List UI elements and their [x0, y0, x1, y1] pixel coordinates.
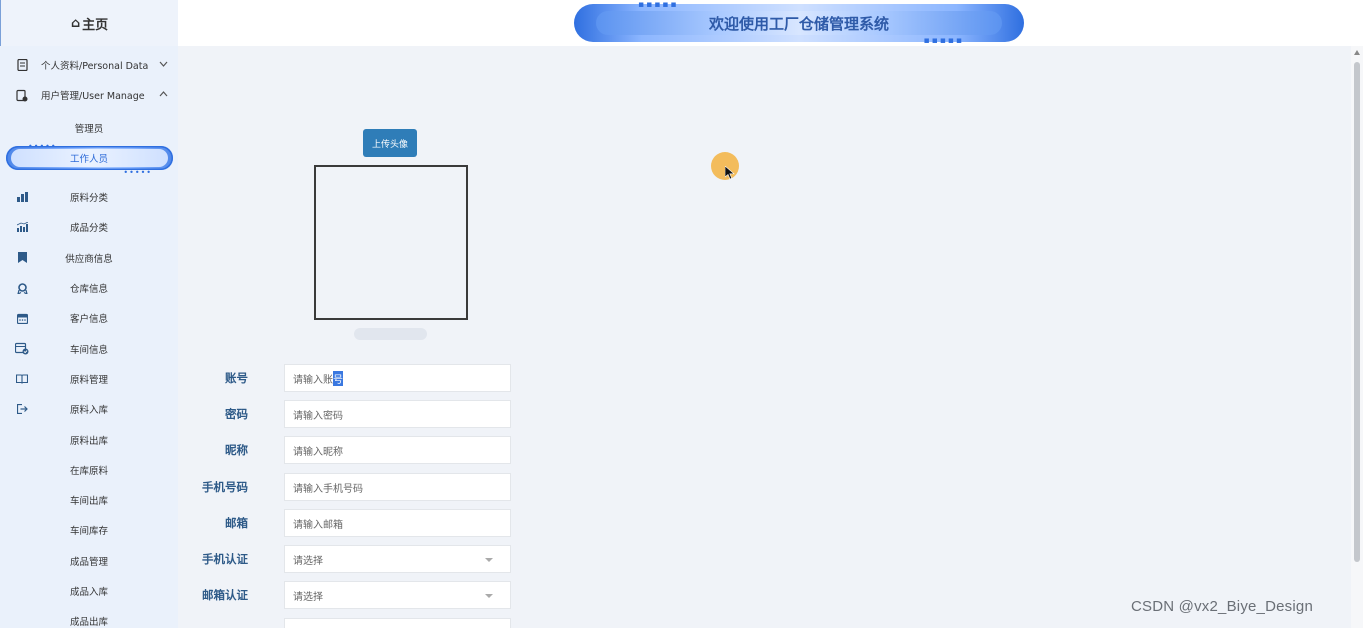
- document-icon: [15, 58, 29, 72]
- phone-input[interactable]: 请输入手机号码: [284, 473, 511, 501]
- sidebar-item-material-manage[interactable]: 原料管理: [0, 364, 178, 394]
- caret-down-icon: [485, 594, 493, 598]
- menu-personal-data-label: 个人资料/Personal Data: [41, 61, 149, 72]
- field-label: 昵称: [225, 443, 248, 457]
- main-content: 上传头像 账号 请输入账号 密码 请输入密码 昵称 请输入昵称 手机号码 请输入…: [178, 46, 1351, 628]
- sidebar-item-supplier-info[interactable]: 供应商信息: [0, 243, 178, 273]
- email-input[interactable]: 请输入邮箱: [284, 509, 511, 537]
- decor-dots: •••••: [28, 142, 57, 151]
- sidebar-item-warehouse-info[interactable]: 仓库信息: [0, 273, 178, 303]
- title-banner: ▪▪▪▪▪ 欢迎使用工厂仓储管理系统 ▪▪▪▪▪: [574, 0, 1024, 46]
- sidebar-item-label: 成品入库: [69, 587, 108, 598]
- sidebar-item-label: 成品管理: [69, 556, 108, 568]
- scroll-up-icon[interactable]: [1354, 50, 1360, 55]
- clipboard-user-icon: [15, 88, 29, 102]
- sidebar-item-label: 成品分类: [69, 223, 108, 235]
- scroll-thumb[interactable]: [1354, 62, 1360, 562]
- select-placeholder: 请选择: [293, 591, 323, 603]
- field-label: 手机认证: [202, 552, 248, 566]
- sidebar-item-customer-info[interactable]: 客户信息: [0, 303, 178, 333]
- partial-input[interactable]: [284, 618, 511, 628]
- sidebar-item-stock-material[interactable]: 在库原料: [0, 455, 178, 485]
- select-placeholder: 请选择: [293, 555, 323, 567]
- sidebar-item-label: 仓库信息: [69, 284, 108, 296]
- sidebar-item-product-category[interactable]: 成品分类: [0, 212, 178, 242]
- sidebar-item-label: 原料入库: [69, 405, 108, 417]
- password-input[interactable]: 请输入密码: [284, 400, 511, 428]
- menu-personal-data[interactable]: 个人资料/Personal Data: [0, 50, 178, 80]
- sidebar-item-material-outbound[interactable]: 原料出库: [0, 424, 178, 454]
- header: ▪▪▪▪▪ 欢迎使用工厂仓储管理系统 ▪▪▪▪▪: [178, 0, 1363, 46]
- sidebar-item-workshop-stock[interactable]: 车间库存: [0, 515, 178, 545]
- email-verify-select[interactable]: 请选择: [284, 581, 511, 609]
- sidebar-item-product-inbound[interactable]: 成品入库: [0, 576, 178, 606]
- field-label: 邮箱认证: [202, 588, 248, 602]
- account-input[interactable]: 请输入账号: [284, 364, 511, 392]
- sidebar-item-label: 客户信息: [69, 314, 108, 326]
- sidebar: ⌂ 主页 个人资料/Personal Data 用户管理/User Manage…: [0, 0, 178, 628]
- mouse-pointer-icon: [725, 166, 735, 180]
- phone-verify-select[interactable]: 请选择: [284, 545, 511, 573]
- sidebar-item-label: 原料出库: [69, 435, 108, 447]
- field-label: 账号: [225, 371, 248, 385]
- page-title: 欢迎使用工厂仓储管理系统: [708, 15, 889, 33]
- decor-dots: •••••: [123, 168, 152, 177]
- menu-user-manage-label: 用户管理/User Manage: [41, 91, 145, 102]
- sidebar-item-label: 在库原料: [69, 465, 108, 477]
- nickname-input[interactable]: 请输入昵称: [284, 436, 511, 464]
- field-label: 密码: [225, 407, 248, 421]
- sidebar-item-label: 车间出库: [69, 496, 108, 508]
- account-placeholder-selected: 号: [333, 370, 343, 386]
- field-label: 邮箱: [225, 516, 248, 530]
- sidebar-item-product-outbound[interactable]: 成品出库: [0, 606, 178, 628]
- chevron-up-icon: [158, 90, 168, 100]
- home-icon: ⌂: [70, 15, 81, 31]
- sidebar-item-workshop-outbound[interactable]: 车间出库: [0, 485, 178, 515]
- sidebar-item-label: 车间信息: [69, 344, 108, 356]
- menu-user-manage[interactable]: 用户管理/User Manage: [0, 80, 178, 110]
- sidebar-item-label: 原料分类: [69, 193, 108, 205]
- home-link[interactable]: ⌂ 主页: [0, 0, 178, 46]
- upload-avatar-button[interactable]: 上传头像: [363, 129, 417, 157]
- caret-down-icon: [485, 558, 493, 562]
- decor-dots: ▪▪▪▪▪: [638, 0, 679, 10]
- sub-item-admin[interactable]: 管理员: [0, 113, 178, 143]
- avatar-progress: [354, 328, 427, 340]
- field-label: 手机号码: [202, 480, 248, 494]
- avatar-preview[interactable]: [314, 165, 468, 320]
- sidebar-item-label: 原料管理: [69, 374, 108, 386]
- sidebar-item-material-category[interactable]: 原料分类: [0, 182, 178, 212]
- decor-dots: ▪▪▪▪▪: [923, 36, 964, 46]
- vertical-scrollbar[interactable]: [1351, 46, 1363, 628]
- sub-item-staff-label: 工作人员: [69, 154, 108, 165]
- sidebar-item-material-inbound[interactable]: 原料入库: [0, 394, 178, 424]
- sidebar-item-label: 供应商信息: [65, 253, 113, 265]
- account-placeholder: 请输入账: [293, 374, 333, 386]
- sidebar-item-product-manage[interactable]: 成品管理: [0, 546, 178, 576]
- watermark: CSDN @vx2_Biye_Design: [1131, 598, 1313, 615]
- chevron-down-icon: [158, 60, 168, 70]
- sub-item-admin-label: 管理员: [74, 124, 104, 135]
- sidebar-item-label: 成品出库: [69, 617, 108, 628]
- sidebar-item-workshop-info[interactable]: 车间信息: [0, 333, 178, 363]
- sub-item-staff[interactable]: ••••• 工作人员 •••••: [0, 141, 178, 177]
- home-label: 主页: [82, 17, 109, 33]
- sidebar-item-label: 车间库存: [69, 526, 108, 538]
